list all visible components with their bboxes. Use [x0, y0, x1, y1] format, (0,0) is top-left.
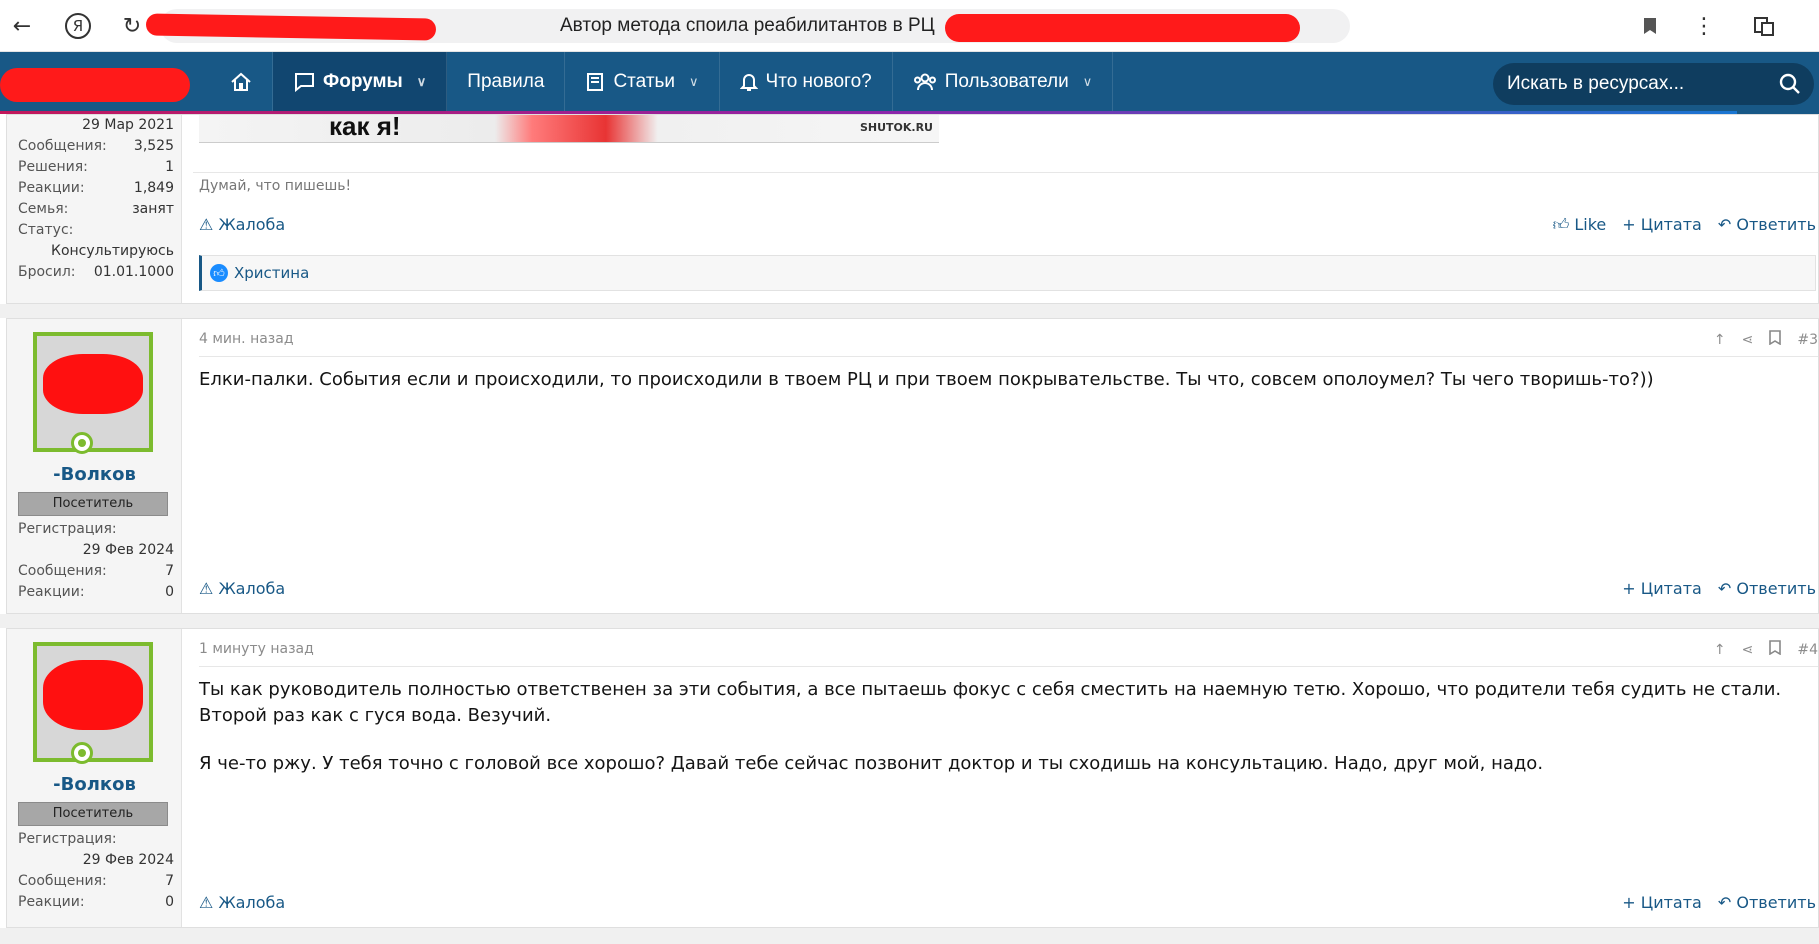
- redaction-title: [945, 14, 1300, 42]
- report-link[interactable]: ⚠ Жалоба: [199, 579, 285, 598]
- redaction-avatar: [43, 660, 143, 730]
- post-1-actions: ⚠ Жалоба 👍︎ Like + Цитата ↶ Ответить: [199, 215, 1816, 235]
- chevron-down-icon[interactable]: ∨: [417, 74, 427, 90]
- post-paragraph: Я че-то ржу. У тебя точно с головой все …: [199, 753, 1544, 774]
- reply-button[interactable]: ↶ Ответить: [1718, 215, 1816, 235]
- post-paragraph: Ты как руководитель полностью ответствен…: [199, 679, 1782, 726]
- post-time[interactable]: 1 минуту назад: [199, 641, 314, 657]
- forum-navbar: Форумы ∨ Правила Статьи ∨ Что нового? По…: [0, 52, 1819, 114]
- post-2-main: 4 мин. назад ↑ ⋖ #3 Елки-палки. События …: [193, 319, 1818, 613]
- post-2-actions: ⚠ Жалоба + Цитата ↶ Ответить: [199, 579, 1816, 598]
- quote-button[interactable]: + Цитата: [1622, 215, 1702, 235]
- bookmark-icon[interactable]: [1769, 330, 1782, 349]
- signature-image: как я! SHUTOK.RU: [199, 111, 939, 143]
- post-time[interactable]: 4 мин. назад: [199, 331, 294, 347]
- page-title: Автор метода споила реабилитантов в РЦ: [560, 15, 935, 36]
- chevron-down-icon[interactable]: ∨: [689, 74, 699, 90]
- post-tools: ↑ ⋖ #3: [1714, 330, 1818, 349]
- nav-users[interactable]: Пользователи ∨: [893, 52, 1114, 111]
- post-3: -Волков Посетитель Регистрация: 29 Фев 2…: [6, 628, 1819, 928]
- reaction-user[interactable]: Христина: [234, 264, 309, 282]
- post-2-userinfo: -Волков Посетитель Регистрация: 29 Фев 2…: [7, 319, 182, 613]
- reply-button[interactable]: ↶ Ответить: [1718, 579, 1816, 598]
- user-stats: Регистрация: 29 Фев 2024 Сообщения: 7 Реа…: [18, 831, 174, 910]
- post-2: -Волков Посетитель Регистрация: 29 Фев 2…: [6, 318, 1819, 614]
- post-tools: ↑ ⋖ #4: [1714, 640, 1818, 659]
- user-title-badge: Посетитель: [18, 802, 168, 826]
- home-icon: [231, 72, 251, 91]
- post-divider: [199, 666, 1818, 667]
- nav-forums[interactable]: Форумы ∨: [273, 52, 448, 111]
- search-input[interactable]: Искать в ресурсах...: [1493, 63, 1814, 105]
- like-button[interactable]: 👍︎ Like: [1553, 215, 1607, 235]
- post-divider: [199, 356, 1818, 357]
- quote-button[interactable]: + Цитата: [1622, 579, 1702, 598]
- chevron-down-icon[interactable]: ∨: [1083, 74, 1093, 90]
- post-separator: [0, 304, 1819, 318]
- arrow-up-icon[interactable]: ↑: [1714, 332, 1726, 348]
- quote-button[interactable]: + Цитата: [1622, 893, 1702, 912]
- user-stats: Регистрация: 29 Фев 2024 Сообщения: 7 Реа…: [18, 521, 174, 600]
- user-stats: 29 Мар 2021 Сообщения: 3,525 Решения: 1 Ре…: [18, 117, 174, 280]
- avatar[interactable]: [33, 642, 153, 762]
- post-1-userinfo: 29 Мар 2021 Сообщения: 3,525 Решения: 1 Ре…: [7, 115, 182, 303]
- online-status-icon: [71, 432, 93, 454]
- share-icon[interactable]: ⋖: [1742, 642, 1754, 658]
- yandex-icon[interactable]: Я: [60, 8, 96, 44]
- username[interactable]: -Волков: [7, 774, 182, 795]
- online-status-icon: [71, 742, 93, 764]
- nav-rules[interactable]: Правила: [447, 52, 566, 111]
- chat-icon: [295, 72, 314, 92]
- users-icon: [913, 73, 936, 90]
- arrow-up-icon[interactable]: ↑: [1714, 642, 1726, 658]
- user-title-badge: Посетитель: [18, 492, 168, 516]
- nav-articles[interactable]: Статьи ∨: [565, 52, 720, 111]
- report-link[interactable]: ⚠ Жалоба: [199, 893, 285, 912]
- avatar[interactable]: [33, 332, 153, 452]
- like-reaction-icon: 👍︎: [210, 264, 228, 282]
- post-1-main: как я! SHUTOK.RU Думай, что пишешь! ⚠ Жа…: [193, 111, 1818, 303]
- book-icon: [587, 72, 604, 91]
- back-icon[interactable]: ←: [4, 8, 40, 44]
- nav-home[interactable]: [210, 52, 273, 111]
- post-number[interactable]: #3: [1797, 332, 1818, 348]
- signature-divider: [193, 172, 1818, 173]
- post-body: Ты как руководитель полностью ответствен…: [199, 677, 1808, 777]
- reactions-bar[interactable]: 👍︎ Христина: [199, 255, 1816, 291]
- reply-button[interactable]: ↶ Ответить: [1718, 893, 1816, 912]
- signature-text: Думай, что пишешь!: [199, 178, 352, 194]
- bookmark-icon[interactable]: [1632, 8, 1668, 44]
- post-separator: [0, 928, 1819, 944]
- post-body: Елки-палки. События если и происходили, …: [199, 369, 1654, 390]
- username[interactable]: -Волков: [7, 464, 182, 485]
- search-icon[interactable]: [1778, 72, 1802, 96]
- post-3-userinfo: -Волков Посетитель Регистрация: 29 Фев 2…: [7, 629, 182, 927]
- post-separator: [0, 614, 1819, 628]
- post-3-main: 1 минуту назад ↑ ⋖ #4 Ты как руководител…: [193, 629, 1818, 927]
- extensions-icon[interactable]: [1746, 8, 1782, 44]
- post-3-actions: ⚠ Жалоба + Цитата ↶ Ответить: [199, 893, 1816, 912]
- bell-icon: [739, 73, 758, 91]
- report-link[interactable]: ⚠ Жалоба: [199, 215, 285, 235]
- share-icon[interactable]: ⋖: [1742, 332, 1754, 348]
- post-number[interactable]: #4: [1797, 642, 1818, 658]
- browser-toolbar: ← Я ↻ Автор метода споила реабилитантов …: [0, 0, 1819, 52]
- redaction-avatar: [43, 354, 143, 414]
- post-1: 29 Мар 2021 Сообщения: 3,525 Решения: 1 Ре…: [6, 111, 1819, 304]
- reload-icon[interactable]: ↻: [114, 8, 150, 44]
- bookmark-icon[interactable]: [1769, 640, 1782, 659]
- nav-whats-new[interactable]: Что нового?: [720, 52, 893, 111]
- menu-icon[interactable]: ⋮: [1686, 8, 1722, 44]
- site-logo[interactable]: [0, 58, 190, 106]
